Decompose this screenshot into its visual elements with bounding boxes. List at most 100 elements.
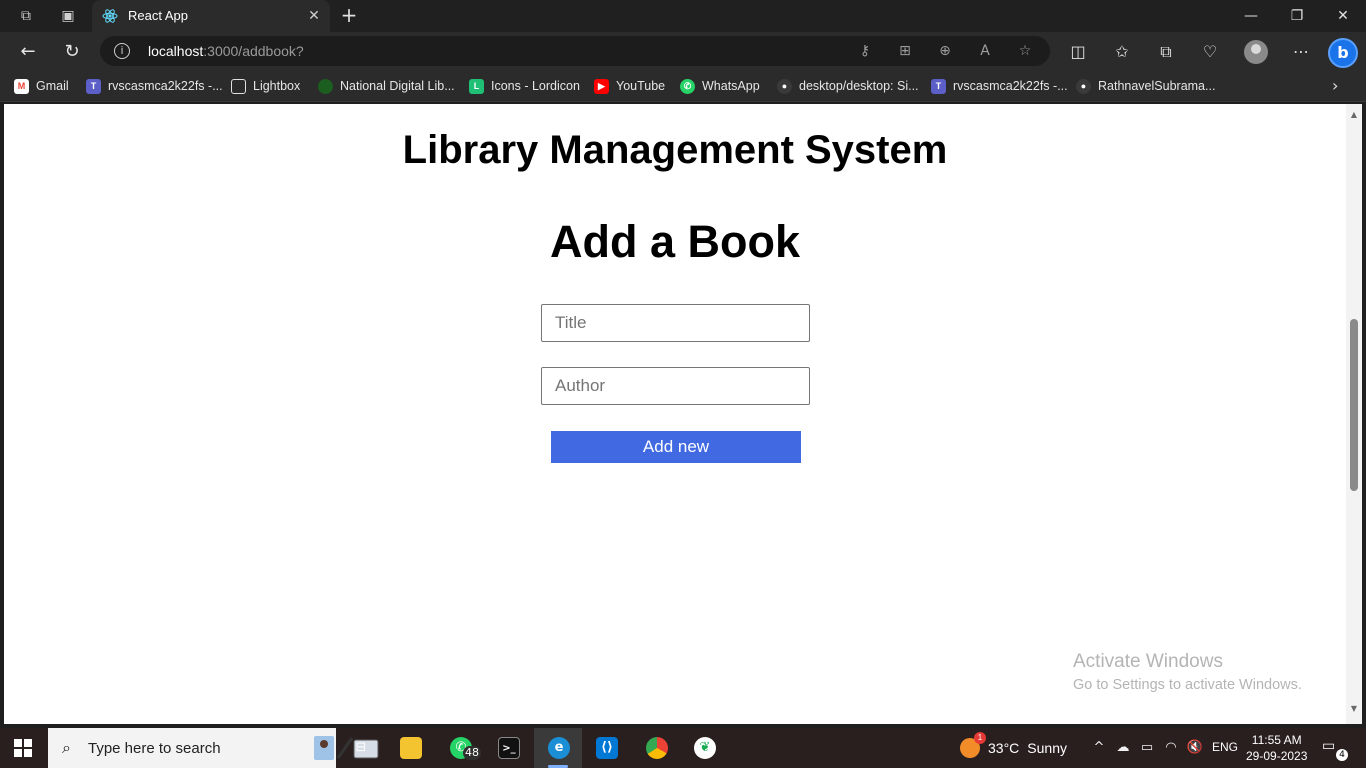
whatsapp-unread-badge: 48 bbox=[463, 746, 481, 760]
weather-temperature: 33°C bbox=[988, 740, 1020, 756]
bookmark-whatsapp[interactable]: ✆ WhatsApp bbox=[680, 78, 760, 94]
add-new-button[interactable]: Add new bbox=[551, 431, 801, 463]
notification-count-badge: 4 bbox=[1336, 749, 1348, 761]
chevron-up-icon[interactable]: ^ bbox=[1090, 739, 1108, 757]
page-viewport: Library Management System Add a Book Add… bbox=[4, 104, 1362, 724]
bookmark-teams-2[interactable]: Trvscasmca2k22fs -... bbox=[931, 78, 1068, 94]
task-view-button[interactable]: ⊟ bbox=[336, 728, 384, 768]
new-tab-button[interactable]: + bbox=[338, 4, 360, 26]
workspaces-icon[interactable]: ⧉ bbox=[16, 6, 36, 26]
page-icon bbox=[231, 78, 246, 94]
weather-condition: Sunny bbox=[1027, 740, 1067, 756]
bookmark-teams-1[interactable]: Trvscasmca2k22fs -... bbox=[86, 78, 223, 94]
bookmark-ndl[interactable]: National Digital Lib... bbox=[318, 78, 455, 94]
react-icon bbox=[102, 9, 118, 23]
wifi-icon[interactable]: ◠ bbox=[1162, 739, 1180, 757]
bookmark-lordicon[interactable]: L Icons - Lordicon bbox=[469, 78, 580, 94]
task-view-icon: ⊟ bbox=[355, 740, 367, 755]
watermark-subtitle: Go to Settings to activate Windows. bbox=[1073, 677, 1302, 693]
page-scrollbar[interactable]: ▲ ▼ bbox=[1346, 104, 1362, 724]
edge-browser-button[interactable]: e bbox=[534, 728, 582, 768]
language-indicator[interactable]: ENG bbox=[1212, 740, 1238, 754]
taskbar-search-box[interactable]: ⌕ Type here to search bbox=[48, 728, 379, 768]
url-text[interactable]: localhost:3000/addbook? bbox=[148, 43, 304, 59]
title-input[interactable] bbox=[541, 304, 810, 342]
gmail-icon: M bbox=[14, 78, 29, 94]
address-bar[interactable]: i localhost:3000/addbook? ⚷ ⊞ ⊕ A ☆ bbox=[100, 36, 1050, 66]
file-explorer-button[interactable] bbox=[386, 728, 434, 768]
split-screen-icon[interactable]: ◫ bbox=[1066, 40, 1090, 64]
favorite-star-icon[interactable]: ☆ bbox=[1015, 41, 1035, 61]
windows-taskbar: ⌕ Type here to search ⊟ ✆ >_ e ⟨⟩ ❦ 1 33… bbox=[0, 728, 1366, 768]
key-icon[interactable]: ⚷ bbox=[855, 41, 875, 61]
more-menu-icon[interactable]: ⋯ bbox=[1289, 40, 1313, 64]
folder-icon bbox=[400, 737, 422, 759]
lordicon-icon: L bbox=[469, 78, 484, 94]
windows-start-icon[interactable] bbox=[14, 739, 32, 757]
bookmark-label: Lightbox bbox=[253, 79, 301, 93]
watermark-title: Activate Windows bbox=[1073, 651, 1223, 672]
bookmark-label: YouTube bbox=[616, 79, 666, 93]
browser-titlebar: ⧉ ▣ React App ✕ + — ❐ ✕ bbox=[0, 0, 1366, 32]
bookmark-label: National Digital Lib... bbox=[340, 79, 455, 93]
page-heading: Add a Book bbox=[549, 216, 800, 267]
terminal-button[interactable]: >_ bbox=[484, 728, 532, 768]
back-arrow-icon[interactable]: ← bbox=[16, 40, 40, 64]
tab-react-app[interactable]: React App ✕ bbox=[92, 0, 330, 32]
terminal-icon: >_ bbox=[498, 737, 520, 759]
system-clock[interactable]: 11:55 AM 29-09-2023 bbox=[1246, 732, 1307, 764]
scroll-down-arrow-icon[interactable]: ▼ bbox=[1349, 704, 1359, 713]
bookmark-github-desktop[interactable]: ● desktop/desktop: Si... bbox=[777, 78, 919, 94]
url-path: :3000/addbook? bbox=[203, 43, 304, 59]
bookmark-github-profile[interactable]: ● RathnavelSubrama... bbox=[1076, 78, 1215, 94]
mongodb-compass-button[interactable]: ❦ bbox=[680, 728, 728, 768]
browser-essentials-icon[interactable]: ♡ bbox=[1198, 40, 1222, 64]
bookmarks-bar: M Gmail Trvscasmca2k22fs -... Lightbox Na… bbox=[0, 70, 1366, 102]
teams-icon: T bbox=[86, 78, 101, 94]
collections-icon[interactable]: ⧉ bbox=[1154, 40, 1178, 64]
site-info-icon[interactable]: i bbox=[114, 43, 130, 59]
chrome-icon bbox=[646, 737, 668, 759]
site-title: Library Management System bbox=[402, 128, 948, 172]
weather-widget[interactable]: 1 33°C Sunny bbox=[960, 732, 1067, 758]
chevron-right-icon[interactable]: › bbox=[1332, 76, 1338, 95]
bookmark-label: WhatsApp bbox=[702, 79, 760, 93]
browser-toolbar: ← ↻ i localhost:3000/addbook? ⚷ ⊞ ⊕ A ☆ … bbox=[0, 32, 1366, 70]
refresh-icon[interactable]: ↻ bbox=[60, 40, 84, 64]
edge-icon: e bbox=[548, 737, 570, 759]
bookmark-gmail[interactable]: M Gmail bbox=[14, 78, 69, 94]
url-host: localhost bbox=[148, 43, 204, 59]
minimize-button[interactable]: — bbox=[1228, 4, 1274, 28]
read-aloud-icon[interactable]: A bbox=[975, 41, 995, 61]
favorites-icon[interactable]: ✩ bbox=[1110, 40, 1134, 64]
vscode-button[interactable]: ⟨⟩ bbox=[582, 728, 630, 768]
speaker-muted-icon[interactable]: 🔇 bbox=[1186, 739, 1204, 757]
weather-alert-badge: 1 bbox=[974, 732, 986, 744]
teams-icon: T bbox=[931, 78, 946, 94]
bookmark-label: Gmail bbox=[36, 79, 69, 93]
restore-button[interactable]: ❐ bbox=[1274, 4, 1320, 28]
mongodb-leaf-icon: ❦ bbox=[694, 737, 716, 759]
bookmark-lightbox[interactable]: Lightbox bbox=[231, 78, 300, 94]
profile-avatar[interactable] bbox=[1244, 40, 1268, 64]
close-window-button[interactable]: ✕ bbox=[1320, 4, 1366, 28]
bookmark-youtube[interactable]: ▶ YouTube bbox=[594, 78, 665, 94]
zoom-icon[interactable]: ⊕ bbox=[935, 41, 955, 61]
close-tab-icon[interactable]: ✕ bbox=[304, 6, 324, 26]
cloud-icon[interactable]: ☁ bbox=[1114, 739, 1132, 757]
youtube-icon: ▶ bbox=[594, 78, 609, 94]
bookmark-label: rvscasmca2k22fs -... bbox=[953, 79, 1068, 93]
scrollbar-thumb[interactable] bbox=[1350, 319, 1358, 491]
scroll-up-arrow-icon[interactable]: ▲ bbox=[1349, 110, 1359, 119]
author-input[interactable] bbox=[541, 367, 810, 405]
sun-icon: 1 bbox=[960, 732, 986, 758]
tab-actions-icon[interactable]: ▣ bbox=[58, 6, 78, 26]
clock-date: 29-09-2023 bbox=[1246, 749, 1308, 763]
bookmark-label: Icons - Lordicon bbox=[491, 79, 580, 93]
battery-icon[interactable]: ▭ bbox=[1138, 739, 1156, 757]
vscode-icon: ⟨⟩ bbox=[596, 737, 618, 759]
chrome-button[interactable] bbox=[632, 728, 680, 768]
app-available-icon[interactable]: ⊞ bbox=[895, 41, 915, 61]
activate-windows-watermark: Activate Windows Go to Settings to activ… bbox=[1073, 651, 1302, 693]
bing-copilot-icon[interactable]: b bbox=[1328, 38, 1358, 68]
